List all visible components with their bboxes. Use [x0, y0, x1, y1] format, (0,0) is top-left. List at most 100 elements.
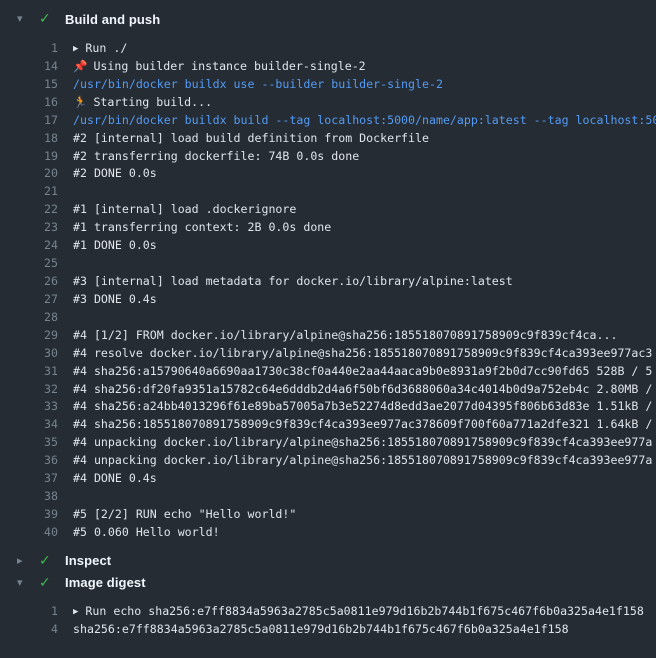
log-line: 33 #4 sha256:a24bb4013296f61e89ba57005a7b… — [0, 398, 656, 416]
section-header-image-digest[interactable]: ▾✓Image digest — [0, 572, 656, 594]
section-lines-build-and-push: 1 ▶ Run ./ 14 📌Using builder instance builde… — [0, 40, 656, 542]
log-line-content: #2 [internal] load build definition from… — [73, 130, 429, 148]
log-line-content: ▶Run echo sha256:e7ff8834a5963a2785c5a08… — [73, 603, 644, 621]
runner-icon: 🏃 — [73, 95, 87, 109]
line-number[interactable]: 35 — [0, 434, 58, 452]
line-number[interactable]: 14 — [0, 58, 58, 76]
line-number[interactable]: 24 — [0, 237, 58, 255]
log-line-content: #2 DONE 0.0s — [73, 165, 157, 183]
log-text: #3 DONE 0.4s — [73, 292, 157, 306]
log-text: #4 sha256:a15790640a6690aa1730c38cf0a440… — [73, 364, 652, 378]
chevron-down-icon: ▾ — [17, 8, 27, 30]
section-title: Inspect — [65, 553, 111, 568]
log-line-content: #4 sha256:a15790640a6690aa1730c38cf0a440… — [73, 363, 652, 381]
workflow-log-viewer: ▾✓Build and push1▶Run ./14📌Using builder… — [0, 0, 656, 658]
log-line-content: 🏃 Starting build... — [73, 94, 212, 112]
line-number[interactable]: 17 — [0, 112, 58, 130]
log-line-content: #4 sha256:df20fa9351a15782c64e6dddb2d4a6… — [73, 381, 652, 399]
log-text: #5 0.060 Hello world! — [73, 525, 220, 539]
section-lines-image-digest: 1 ▶Run echo sha256:e7ff8834a5963a2785c5a0… — [0, 603, 656, 639]
log-line: 31 #4 sha256:a15790640a6690aa1730c38cf0a4… — [0, 363, 656, 381]
log-line-content: #4 DONE 0.4s — [73, 470, 157, 488]
section-inspect: ▸✓Inspect — [0, 550, 656, 572]
log-text: sha256:e7ff8834a5963a2785c5a0811e979d16b… — [73, 622, 569, 636]
line-number[interactable]: 28 — [0, 309, 58, 327]
check-icon: ✓ — [39, 572, 53, 594]
log-text: #4 [1/2] FROM docker.io/library/alpine@s… — [73, 328, 617, 342]
log-line: 22 #1 [internal] load .dockerignore — [0, 201, 656, 219]
line-number[interactable]: 16 — [0, 94, 58, 112]
log-line: 24#1 DONE 0.0s — [0, 237, 656, 255]
line-number[interactable]: 29 — [0, 327, 58, 345]
line-number[interactable]: 31 — [0, 363, 58, 381]
section-title: Build and push — [65, 12, 160, 27]
log-line-content: #4 unpacking docker.io/library/alpine@sh… — [73, 452, 652, 470]
line-number[interactable]: 34 — [0, 416, 58, 434]
line-number[interactable]: 30 — [0, 345, 58, 363]
log-line: 40 #5 0.060 Hello world! — [0, 524, 656, 542]
line-number[interactable]: 37 — [0, 470, 58, 488]
log-text: #5 [2/2] RUN echo "Hello world!" — [73, 507, 296, 521]
log-line: 27 #3 DONE 0.4s — [0, 291, 656, 309]
log-line: 30 #4 resolve docker.io/library/alpine@sh… — [0, 345, 656, 363]
line-number[interactable]: 38 — [0, 488, 58, 506]
line-number[interactable]: 27 — [0, 291, 58, 309]
pushpin-icon: 📌 — [73, 59, 87, 73]
log-line-content: #5 0.060 Hello world! — [73, 524, 220, 542]
section-header-build-and-push[interactable]: ▾✓Build and push — [0, 8, 656, 30]
log-text: #4 unpacking docker.io/library/alpine@sh… — [73, 453, 652, 467]
line-number[interactable]: 40 — [0, 524, 58, 542]
log-text: #4 sha256:df20fa9351a15782c64e6dddb2d4a6… — [73, 382, 652, 396]
log-line-content: #4 sha256:a24bb4013296f61e89ba57005a7b3e… — [73, 398, 652, 416]
log-text: #4 unpacking docker.io/library/alpine@sh… — [73, 435, 652, 449]
log-line: 16 🏃 Starting build... — [0, 94, 656, 112]
line-number[interactable]: 1 — [0, 40, 58, 58]
line-number[interactable]: 26 — [0, 273, 58, 291]
log-line: 34 #4 sha256:185518070891758909c9f839cf4c… — [0, 416, 656, 434]
log-text: /usr/bin/docker buildx use --builder bui… — [73, 77, 443, 91]
line-number[interactable]: 25 — [0, 255, 58, 273]
log-line-content: #1 [internal] load .dockerignore — [73, 201, 296, 219]
line-number[interactable]: 21 — [0, 183, 58, 201]
expand-group-icon[interactable]: ▶ — [73, 41, 78, 58]
log-text: #3 [internal] load metadata for docker.i… — [73, 274, 513, 288]
line-number[interactable]: 15 — [0, 76, 58, 94]
log-line-content: #2 transferring dockerfile: 74B 0.0s don… — [73, 148, 359, 166]
log-line-content: /usr/bin/docker buildx use --builder bui… — [73, 76, 443, 94]
line-number[interactable]: 1 — [0, 603, 58, 621]
log-text: Run ./ — [85, 41, 127, 55]
log-line: 4 sha256:e7ff8834a5963a2785c5a0811e979d16… — [0, 621, 656, 639]
line-number[interactable]: 23 — [0, 219, 58, 237]
section-header-inspect[interactable]: ▸✓Inspect — [0, 550, 656, 572]
line-number[interactable]: 32 — [0, 381, 58, 399]
log-line: 14 📌Using builder instance builder-single… — [0, 58, 656, 76]
log-line-content: ▶ Run ./ — [73, 40, 127, 58]
log-line-content: #4 unpacking docker.io/library/alpine@sh… — [73, 434, 652, 452]
log-text: Starting build... — [93, 95, 212, 109]
line-number[interactable]: 18 — [0, 130, 58, 148]
line-number[interactable]: 22 — [0, 201, 58, 219]
log-line: 19 #2 transferring dockerfile: 74B 0.0s d… — [0, 148, 656, 166]
expand-group-icon[interactable]: ▶ — [73, 604, 78, 621]
log-line: 39 #5 [2/2] RUN echo "Hello world!" — [0, 506, 656, 524]
log-line: 23 #1 transferring context: 2B 0.0s done — [0, 219, 656, 237]
log-line-content: 📌Using builder instance builder-single-2 — [73, 58, 366, 76]
log-line-content: #1 transferring context: 2B 0.0s done — [73, 219, 331, 237]
line-number[interactable]: 19 — [0, 148, 58, 166]
log-line: 1 ▶ Run ./ — [0, 40, 656, 58]
log-text: #4 DONE 0.4s — [73, 471, 157, 485]
log-text: #4 sha256:185518070891758909c9f839cf4ca3… — [73, 417, 652, 431]
log-line-content: #3 DONE 0.4s — [73, 291, 157, 309]
log-text: #2 DONE 0.0s — [73, 166, 157, 180]
line-number[interactable]: 33 — [0, 398, 58, 416]
log-line: 15/usr/bin/docker buildx use --builder b… — [0, 76, 656, 94]
log-line-content: #4 resolve docker.io/library/alpine@sha2… — [73, 345, 652, 363]
log-line-content: #4 sha256:185518070891758909c9f839cf4ca3… — [73, 416, 652, 434]
line-number[interactable]: 36 — [0, 452, 58, 470]
line-number[interactable]: 39 — [0, 506, 58, 524]
log-text: #1 [internal] load .dockerignore — [73, 202, 296, 216]
log-line: 1 ▶Run echo sha256:e7ff8834a5963a2785c5a0… — [0, 603, 656, 621]
log-line: 21 — [0, 183, 656, 201]
line-number[interactable]: 4 — [0, 621, 58, 639]
line-number[interactable]: 20 — [0, 165, 58, 183]
